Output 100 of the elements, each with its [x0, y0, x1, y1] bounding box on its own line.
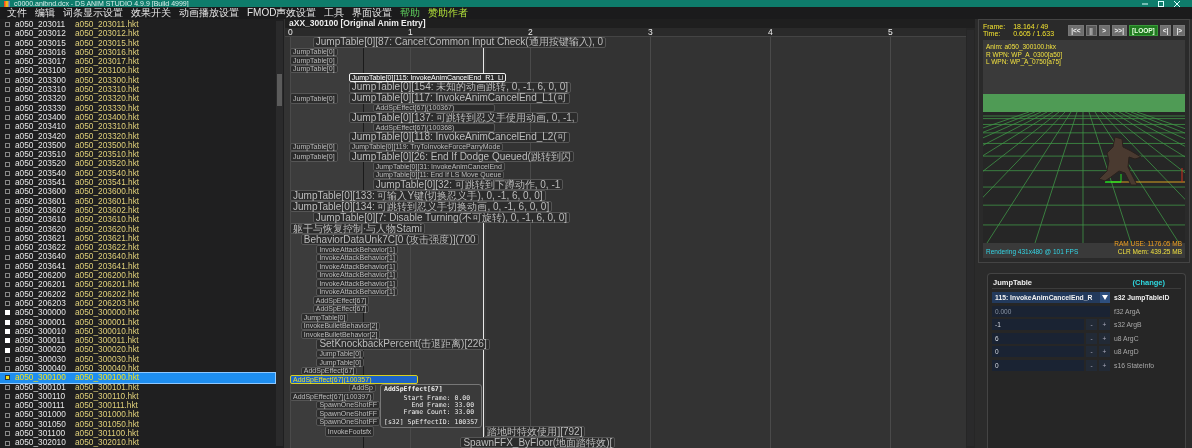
animation-name: a050_300011: [15, 336, 67, 346]
animation-list-row[interactable]: a050_203400 a050_203400.hkt: [0, 112, 275, 123]
animation-list-row[interactable]: a050_300040 a050_300040.hkt: [0, 364, 275, 374]
menu-item[interactable]: 编辑: [35, 7, 55, 19]
animation-file: a050_302010.hkt: [75, 438, 141, 448]
animation-file: a050_300011.hkt: [75, 336, 140, 346]
animation-name: a050_300101: [15, 382, 67, 392]
animation-list-row[interactable]: a050_203017 a050_203017.hkt: [0, 57, 275, 67]
animation-list-row[interactable]: a050_300030 a050_300030.hkt: [0, 354, 275, 364]
tick-label: 1: [408, 27, 413, 37]
animation-list-row[interactable]: a050_203330 a050_203330.hkt: [0, 103, 275, 113]
animation-list-row[interactable]: a050_203011 a050_203011.hkt: [0, 20, 275, 30]
animation-file: a050_203641.hkt: [75, 261, 141, 271]
animation-list-row[interactable]: a050_206203 a050_206203.hkt: [0, 298, 275, 309]
animation-file: a050_203012.hkt: [75, 29, 141, 39]
timeline-event[interactable]: SpawnFFX_ByFloor(地面踏特效)[: [460, 437, 616, 448]
minimize-icon[interactable]: [1142, 0, 1148, 7]
animation-file: a050_203400.hkt: [75, 112, 141, 123]
animation-list-row[interactable]: a050_300011 a050_300011.hkt: [0, 336, 275, 346]
animation-list-row[interactable]: a050_203610 a050_203610.hkt: [0, 215, 275, 225]
timeline-event[interactable]: JumpTable[0][26: End If Dodge Queued(跳转到闪: [348, 151, 574, 162]
animation-list-row[interactable]: a050_300000 a050_300000.hkt: [0, 308, 275, 318]
menu-item[interactable]: 帮助: [400, 7, 421, 19]
animation-file: a050_300010.hkt: [75, 326, 141, 337]
maximize-icon[interactable]: [1158, 0, 1164, 7]
animation-file: a050_300110.hkt: [75, 391, 140, 402]
animation-list-row[interactable]: a050_203310 a050_203310.hkt: [0, 85, 275, 95]
animation-list-row[interactable]: a050_203602 a050_203602.hkt: [0, 205, 275, 216]
animation-file: a050_203601.hkt: [75, 196, 141, 206]
animation-list-row[interactable]: a050_203300 a050_203300.hkt: [0, 75, 275, 86]
animation-name: a050_203420: [15, 131, 67, 141]
timeline-event[interactable]: BehaviorDataUnk7C[0 (攻击强度)](700: [300, 234, 479, 245]
animation-list-row[interactable]: a050_206201 a050_206201.hkt: [0, 280, 275, 290]
animation-file: a050_203621.hkt: [75, 233, 141, 244]
animation-list-row[interactable]: a050_300010 a050_300010.hkt: [0, 326, 275, 337]
menu-item[interactable]: 界面设置: [352, 7, 393, 19]
menu-item[interactable]: FMOD声效设置: [247, 7, 317, 19]
menu-item[interactable]: 动画播放设置: [179, 7, 239, 19]
animation-file: a050_206203.hkt: [75, 298, 141, 309]
animation-list-row[interactable]: a050_203620 a050_203620.hkt: [0, 224, 275, 234]
timeline-event[interactable]: JumpTable[0][87: Cancel:Common Input Check(通用按键输入), 0: [312, 36, 607, 48]
animation-list-row[interactable]: a050_203100 a050_203100.hkt: [0, 66, 275, 76]
animation-list-row[interactable]: a050_203640 a050_203640.hkt: [0, 252, 275, 262]
animation-list-row[interactable]: a050_300101 a050_300101.hkt: [0, 382, 275, 392]
animation-list-row[interactable]: a050_206202 a050_206202.hkt: [0, 289, 275, 299]
animation-name: a050_203541: [15, 178, 67, 188]
animation-name: a050_203600: [15, 187, 67, 197]
menu-item[interactable]: 词条显示设置: [63, 7, 123, 19]
animation-file: a050_300001.hkt: [75, 317, 141, 327]
animation-list-row[interactable]: a050_203622 a050_203622.hkt: [0, 243, 275, 253]
animation-list-row[interactable]: a050_206200 a050_206200.hkt: [0, 271, 275, 281]
animation-list-row[interactable]: a050_203012 a050_203012.hkt: [0, 29, 275, 39]
animation-list-row[interactable]: a050_301050 a050_301050.hkt: [0, 419, 275, 430]
animation-name: a050_203620: [15, 224, 67, 234]
animation-list-row[interactable]: a050_203320 a050_203320.hkt: [0, 94, 275, 104]
animation-name: a050_300111: [15, 401, 66, 411]
animation-file: a050_301100.hkt: [75, 429, 140, 439]
animation-name: a050_300020: [15, 345, 67, 355]
menu-item[interactable]: 效果开关: [131, 7, 171, 19]
animation-file: a050_203500.hkt: [75, 140, 141, 151]
animation-list-row[interactable]: a050_203541 a050_203541.hkt: [0, 178, 275, 188]
timeline-event[interactable]: JumpTable[0][117: InvokeAnimCancelEnd_L1(可: [348, 92, 570, 104]
animation-list-row[interactable]: a050_203016 a050_203016.hkt: [0, 47, 275, 58]
animation-list-row[interactable]: a050_203600 a050_203600.hkt: [0, 187, 275, 197]
close-icon[interactable]: [1174, 0, 1180, 7]
animation-name: a050_203621: [15, 233, 67, 244]
animation-list-row[interactable]: a050_302010 a050_302010.hkt: [0, 438, 275, 448]
scrollbar[interactable]: [276, 21, 283, 446]
animation-file: a050_203310.hkt: [75, 122, 141, 132]
menu-item[interactable]: 工具: [324, 7, 345, 19]
animation-file: a050_203610.hkt: [75, 215, 141, 225]
timeline-event[interactable]: JumpTable[0][154: 未知的动画跳转, 0, -1, 6, 0, 0]: [348, 81, 571, 93]
animation-list-row[interactable]: a050_203510 a050_203510.hkt: [0, 150, 275, 160]
timeline-event[interactable]: JumpTable[0][137: 可跳转到忍义手使用动画, 0, -1,: [348, 112, 578, 123]
animation-list-row[interactable]: a050_300110 a050_300110.hkt: [0, 391, 275, 402]
animation-list-row[interactable]: a050_203601 a050_203601.hkt: [0, 196, 275, 206]
animation-list-row[interactable]: a050_203500 a050_203500.hkt: [0, 140, 275, 151]
scrollbar[interactable]: [967, 29, 974, 446]
animation-list-row[interactable]: a050_301100 a050_301100.hkt: [0, 429, 275, 439]
animation-list-row[interactable]: a050_203015 a050_203015.hkt: [0, 38, 275, 48]
menu-item[interactable]: 赞助作者: [428, 7, 469, 19]
animation-list-row[interactable]: a050_301000 a050_301000.hkt: [0, 410, 275, 420]
timeline-event[interactable]: JumpTable[0][118: InvokeAnimCancelEnd_L2(可: [348, 131, 570, 143]
animation-list-row[interactable]: a050_300001 a050_300001.hkt: [0, 317, 275, 327]
animation-list-row[interactable]: a050_203420 a050_203320.hkt: [0, 131, 275, 141]
animation-list-row[interactable]: a050_203641 a050_203641.hkt: [0, 261, 275, 271]
timeline-event[interactable]: SetKnockbackPercent(击退距离)[226]: [316, 338, 490, 350]
animation-file: a050_206200.hkt: [75, 271, 141, 281]
animation-list-row[interactable]: a050_203540 a050_203540.hkt: [0, 168, 275, 179]
animation-list-row[interactable]: a050_300020 a050_300020.hkt: [0, 345, 275, 355]
animation-list-row[interactable]: a050_300111 a050_300111.hkt: [0, 401, 275, 411]
animation-list-row[interactable]: a050_203520 a050_203520.hkt: [0, 159, 275, 169]
animation-file: a050_203620.hkt: [75, 224, 141, 234]
animation-name: a050_203622: [15, 243, 67, 253]
timeline-event[interactable]: JumpTable[0][7: Disable Turning(不可旋转), 0, -1, 6, 0, 0]: [312, 212, 570, 223]
animation-list-row[interactable]: a050_203410 a050_203310.hkt: [0, 122, 275, 132]
animation-name: a050_206202: [15, 289, 67, 299]
animation-name: a050_203310: [15, 85, 67, 95]
animation-list-row[interactable]: a050_203621 a050_203621.hkt: [0, 233, 275, 244]
menu-item[interactable]: 文件: [7, 7, 27, 19]
